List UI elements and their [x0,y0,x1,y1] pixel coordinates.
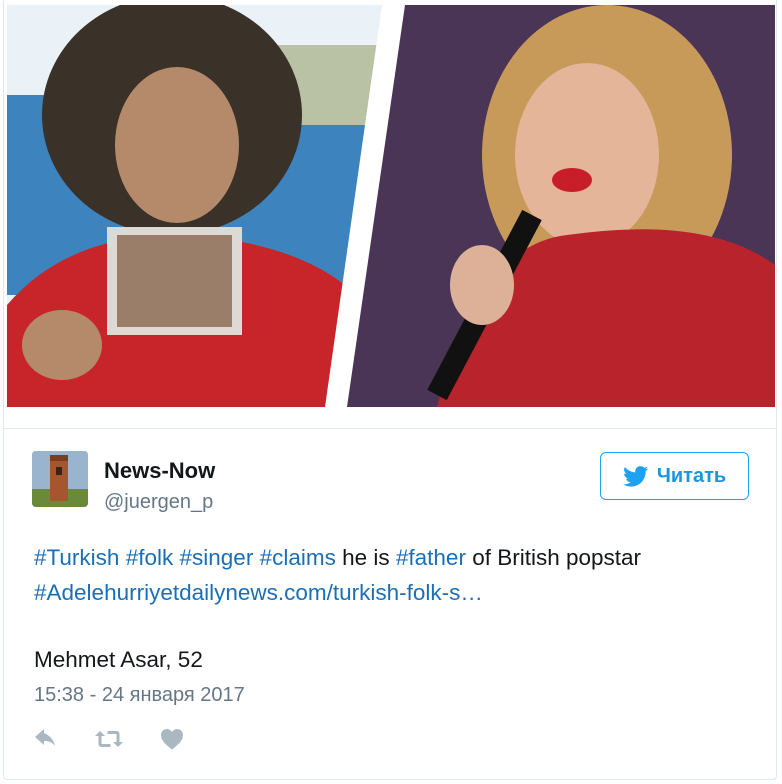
follow-label: Читать [656,464,727,487]
tweet-card: News-Now @juergen_p Читать #Turkish #fol… [3,0,777,780]
hashtag-adele[interactable]: #Adele [34,580,104,605]
hashtag-folk[interactable]: #folk [126,545,174,570]
tweet-caption: Mehmet Asar, 52 [34,647,203,672]
retweet-icon[interactable] [94,729,124,754]
tweet-photo[interactable] [7,5,775,407]
avatar[interactable] [32,451,88,507]
tower-avatar-image [32,451,88,507]
text-part: he is [335,545,396,570]
hashtag-turkish[interactable]: #Turkish [34,545,119,570]
article-link[interactable]: hurriyetdailynews.com/turkish-folk-s… [104,580,483,605]
twitter-bird-icon [622,465,648,487]
divider [4,428,776,429]
reply-icon[interactable] [34,729,58,754]
tweet-timestamp[interactable]: 15:38 - 24 января 2017 [34,684,245,707]
tweet-text: #Turkish #folk #singer #claims he is #fa… [34,540,754,610]
hashtag-claims[interactable]: #claims [260,545,336,570]
follow-button[interactable]: Читать [600,452,749,500]
text-part: of British popstar [465,545,642,570]
hashtag-singer[interactable]: #singer [180,545,254,570]
photo-collage [7,5,775,407]
tweet-actions [34,728,184,755]
like-icon[interactable] [160,728,184,755]
author-name[interactable]: News-Now [104,458,215,484]
author-handle[interactable]: @juergen_p [104,491,213,514]
hashtag-father[interactable]: #father [396,545,466,570]
